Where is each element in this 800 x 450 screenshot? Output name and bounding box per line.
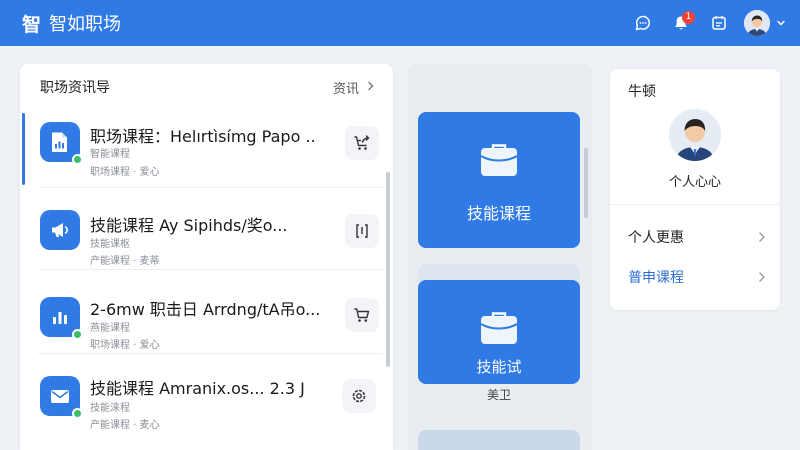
item-title: 技能课程 Amranix.os... 2.3 J [90, 379, 305, 398]
mail-icon [40, 376, 83, 419]
megaphone-icon [40, 210, 80, 250]
list-item[interactable]: 职场课程：Helırtìsímg Papo .. 智能课程 职场课程 · 爱心 [20, 110, 393, 188]
avatar[interactable] [669, 109, 721, 161]
calendar-icon[interactable] [702, 6, 736, 40]
online-indicator [72, 408, 83, 419]
divider [38, 187, 383, 188]
category-panel: 技能课程 技能试 美卫 [408, 64, 592, 450]
avatar[interactable] [744, 10, 770, 36]
item-subtitle: 燕能课程 [90, 323, 130, 334]
category-card[interactable]: 技能课程 [418, 112, 580, 248]
list-item[interactable]: 2-6mw 职击日 Arrdng/tA吊o... 燕能课程 职场课程 · 爱心 [20, 276, 393, 354]
chevron-right-icon[interactable] [367, 80, 375, 95]
app-name: 智如职场 [49, 14, 122, 35]
item-title: 技能课程 Ay Sipihds/奖o... [90, 216, 288, 235]
header-actions: 1 [622, 0, 786, 46]
card-label: 技能试 [476, 358, 522, 376]
menu-item-courses[interactable]: 普申课程 [628, 265, 766, 289]
menu-item-label: 个人更惠 [628, 230, 684, 246]
profile-panel: 牛顿 个人心心 个人更惠 普申课程 [610, 69, 780, 310]
notification-badge: 1 [682, 11, 695, 24]
divider [38, 269, 383, 270]
briefcase-icon [479, 142, 519, 182]
menu-item-profile[interactable]: 个人更惠 [628, 225, 766, 249]
chevron-right-icon[interactable] [758, 228, 766, 247]
card-label: 技能课程 [466, 204, 531, 223]
chevron-right-icon[interactable] [758, 268, 766, 287]
item-meta: 产能课程 · 麦心 [90, 420, 160, 431]
document-chart-icon [40, 122, 83, 165]
bell-icon[interactable]: 1 [664, 6, 698, 40]
item-meta: 职场课程 · 爱心 [90, 340, 160, 351]
online-indicator [72, 329, 83, 340]
gear-icon[interactable] [342, 379, 376, 413]
menu-item-label: 普申课程 [628, 270, 684, 286]
item-meta: 职场课程 · 爱心 [90, 167, 160, 178]
category-card[interactable] [418, 430, 580, 450]
divider [610, 204, 780, 205]
category-card[interactable]: 技能试 [418, 264, 580, 384]
briefcase-icon [479, 310, 519, 350]
profile-name: 个人心心 [668, 175, 721, 190]
more-link-label[interactable]: 资讯 [333, 78, 359, 97]
profile-title: 牛顿 [628, 84, 656, 100]
cart-share-icon[interactable] [345, 126, 379, 160]
item-subtitle: 智能课程 [90, 149, 130, 160]
panel-header: 职场资讯导 资讯 [20, 64, 393, 110]
item-subtitle: 技能涞程 [90, 403, 130, 414]
online-indicator [72, 154, 83, 165]
more-link[interactable]: 资讯 [333, 78, 375, 97]
top-app-bar: 智 智如职场 1 [0, 0, 800, 46]
divider [38, 353, 383, 354]
list-item[interactable]: 技能课程 Amranix.os... 2.3 J 技能涞程 产能课程 · 麦心 [20, 360, 393, 438]
cart-icon[interactable] [345, 298, 379, 332]
panel-title: 职场资讯导 [40, 80, 110, 96]
item-title: 职场课程：Helırtìsímg Papo .. [90, 127, 316, 146]
help-icon[interactable] [626, 6, 660, 40]
bar-chart-icon [40, 297, 83, 340]
list-item[interactable]: 技能课程 Ay Sipihds/奖o... 技能课枢 产能课程 · 麦蒂 [20, 192, 393, 270]
item-meta: 产能课程 · 麦蒂 [90, 256, 160, 267]
news-panel: 职场资讯导 资讯 职场课程：Helırtìsímg Papo .. 智能课程 职… [20, 64, 393, 450]
item-subtitle: 技能课枢 [90, 239, 130, 250]
user-menu[interactable] [744, 10, 786, 36]
card-caption: 美卫 [486, 388, 511, 402]
scrollbar[interactable] [386, 172, 390, 367]
brand-logo[interactable]: 智 [22, 10, 41, 37]
selected-indicator [22, 113, 25, 185]
scrollbar[interactable] [584, 148, 588, 218]
code-bracket-icon[interactable] [345, 214, 379, 248]
item-title: 2-6mw 职击日 Arrdng/tA吊o... [90, 300, 321, 319]
chevron-down-icon[interactable] [776, 18, 786, 28]
